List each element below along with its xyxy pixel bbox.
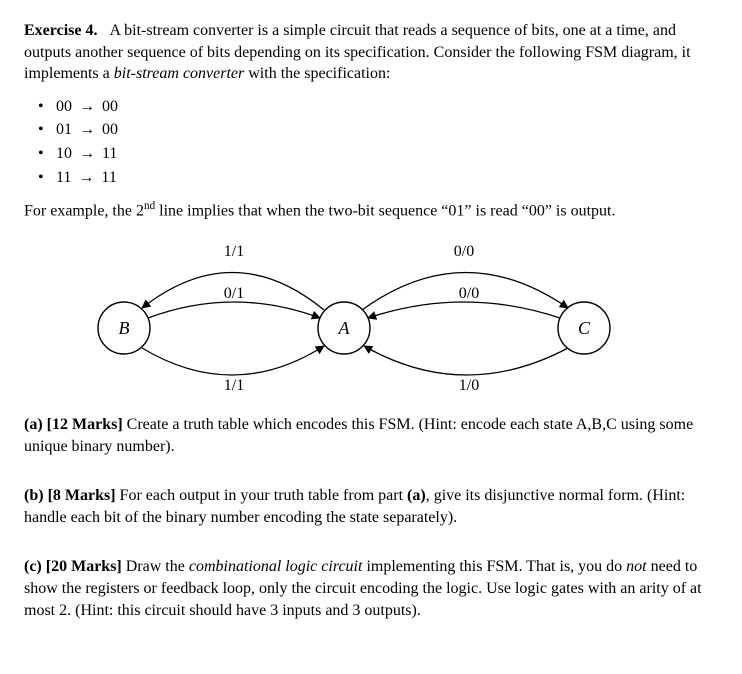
part-c-marks: [20 Marks] bbox=[46, 558, 122, 575]
part-c-label: (c) bbox=[24, 558, 42, 575]
arrow-icon: → bbox=[75, 169, 97, 186]
spec-lhs: 11 bbox=[56, 169, 71, 186]
edge-b-to-a-mid bbox=[148, 302, 320, 318]
spec-lhs: 10 bbox=[56, 145, 72, 162]
spec-item: 10 → 11 bbox=[52, 142, 718, 166]
spec-list: 00 → 00 01 → 00 10 → 11 11 → 11 bbox=[24, 95, 718, 189]
state-c-label: C bbox=[578, 318, 591, 338]
intro-italic: bit-stream converter bbox=[114, 65, 244, 82]
example-mid: line implies that when the two-bit seque… bbox=[155, 202, 615, 219]
arrow-icon: → bbox=[76, 121, 98, 138]
edge-label-bot-left: 1/1 bbox=[224, 377, 244, 394]
spec-rhs: 11 bbox=[102, 145, 117, 162]
spec-item: 11 → 11 bbox=[52, 166, 718, 190]
fsm-diagram: B A C 1/1 0/1 1/1 0/0 0/0 1/0 bbox=[24, 228, 718, 398]
spec-lhs: 00 bbox=[56, 98, 72, 115]
part-c-italic: combinational logic circuit bbox=[189, 558, 363, 575]
edge-c-to-a-bottom bbox=[364, 346, 568, 375]
state-b-label: B bbox=[119, 318, 130, 338]
part-a-text: Create a truth table which encodes this … bbox=[24, 416, 693, 455]
edge-label-mid-left: 0/1 bbox=[224, 285, 244, 302]
spec-rhs: 11 bbox=[101, 169, 116, 186]
arrow-icon: → bbox=[76, 145, 98, 162]
part-c-text-mid: implementing this FSM. That is, you do bbox=[362, 558, 626, 575]
edge-label-mid-right: 0/0 bbox=[459, 285, 479, 302]
part-b: (b) [8 Marks] For each output in your tr… bbox=[24, 485, 718, 528]
part-b-label: (b) bbox=[24, 487, 44, 504]
edge-label-bot-right: 1/0 bbox=[459, 377, 479, 394]
edge-c-to-a-mid bbox=[368, 302, 560, 318]
edge-label-top-right: 0/0 bbox=[454, 243, 474, 260]
spec-lhs: 01 bbox=[56, 121, 72, 138]
part-b-marks: [8 Marks] bbox=[48, 487, 116, 504]
spec-rhs: 00 bbox=[102, 121, 118, 138]
edge-b-to-a-bottom bbox=[142, 346, 324, 375]
example-pre: For example, the 2 bbox=[24, 202, 144, 219]
spec-item: 01 → 00 bbox=[52, 118, 718, 142]
state-a-label: A bbox=[338, 318, 351, 338]
exercise-intro: Exercise 4. A bit-stream converter is a … bbox=[24, 20, 718, 85]
spec-rhs: 00 bbox=[102, 98, 118, 115]
part-b-text-pre: For each output in your truth table from… bbox=[116, 487, 407, 504]
example-sup: nd bbox=[144, 200, 155, 212]
spec-item: 00 → 00 bbox=[52, 95, 718, 119]
part-c: (c) [20 Marks] Draw the combinational lo… bbox=[24, 556, 718, 621]
part-b-ref: (a) bbox=[407, 487, 426, 504]
exercise-label: Exercise 4. bbox=[24, 22, 97, 39]
part-a: (a) [12 Marks] Create a truth table whic… bbox=[24, 414, 718, 457]
part-a-marks: [12 Marks] bbox=[47, 416, 123, 433]
intro-text-2: with the specification: bbox=[244, 65, 390, 82]
arrow-icon: → bbox=[76, 98, 98, 115]
example-line: For example, the 2nd line implies that w… bbox=[24, 199, 718, 222]
part-a-label: (a) bbox=[24, 416, 43, 433]
part-c-text-pre: Draw the bbox=[122, 558, 189, 575]
fsm-svg: B A C 1/1 0/1 1/1 0/0 0/0 1/0 bbox=[24, 228, 684, 398]
edge-label-top-left: 1/1 bbox=[224, 243, 244, 260]
part-c-not: not bbox=[626, 558, 646, 575]
